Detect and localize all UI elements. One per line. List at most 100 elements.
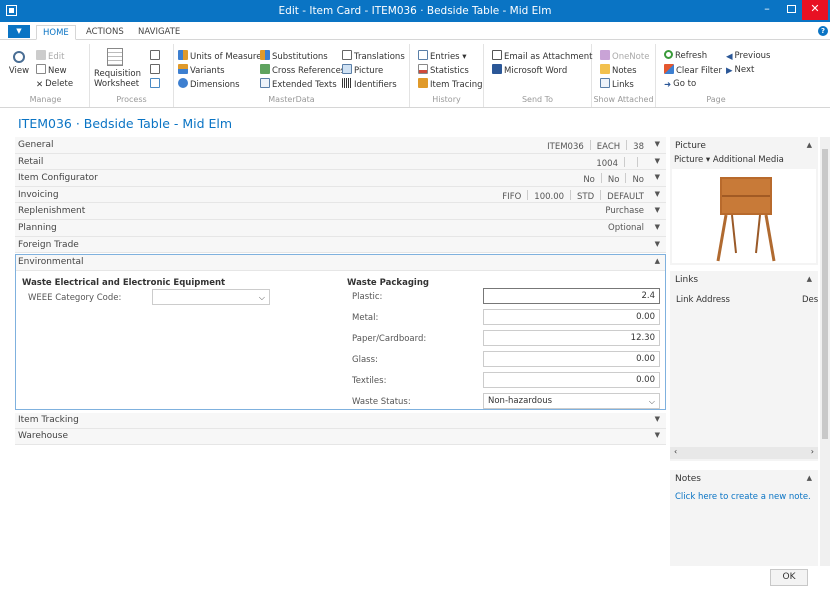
chevron-up-icon: ▲ — [654, 257, 660, 265]
view-icon — [13, 51, 25, 63]
clear-filter-icon — [664, 64, 674, 74]
notes-factbox: Notes ▲ Click here to create a new note. — [670, 470, 818, 566]
chevron-down-icon: ▼ — [654, 239, 660, 248]
item-tracing-button[interactable]: Item Tracing — [418, 78, 483, 91]
weee-category-select[interactable]: ⌵ — [152, 289, 270, 305]
microsoft-word-button[interactable]: Microsoft Word — [492, 64, 567, 77]
fasttab-environmental-header[interactable]: Environmental ▲ — [16, 255, 665, 271]
fasttab-planning[interactable]: Planning Optional ▼ — [15, 219, 666, 237]
process-action-3[interactable] — [150, 78, 162, 91]
group-label-process: Process — [116, 95, 147, 104]
process-action-1[interactable] — [150, 50, 162, 63]
view-button[interactable]: View — [6, 48, 32, 76]
fasttab-item-tracking[interactable]: Item Tracking ▼ — [15, 413, 666, 429]
create-note-link[interactable]: Click here to create a new note. — [675, 492, 811, 502]
help-icon[interactable]: ? — [818, 26, 828, 36]
additional-media-action[interactable]: Additional Media — [713, 155, 784, 165]
notes-icon — [600, 64, 610, 74]
textiles-input[interactable]: 0.00 — [483, 372, 660, 388]
onenote-button[interactable]: OneNote — [600, 50, 649, 63]
email-attachment-button[interactable]: Email as Attachment — [492, 50, 592, 63]
footer — [0, 566, 830, 589]
new-page-icon — [36, 64, 46, 74]
file-menu-button[interactable]: ▼ — [8, 25, 30, 38]
group-label-send-to: Send To — [521, 95, 554, 104]
fasttab-warehouse[interactable]: Warehouse ▼ — [15, 429, 666, 445]
description-column: Des — [802, 295, 819, 305]
scrollbar-thumb[interactable] — [822, 149, 828, 439]
go-to-button[interactable]: ➜ Go to — [664, 78, 696, 90]
minimize-button[interactable]: – — [756, 0, 778, 20]
chevron-down-icon: ▼ — [654, 431, 660, 439]
previous-arrow-icon: ◀ — [726, 52, 733, 62]
extended-texts-icon — [260, 78, 270, 88]
group-label-show-attached: Show Attached — [593, 95, 654, 104]
maximize-button[interactable] — [780, 0, 802, 20]
previous-button[interactable]: ◀ Previous — [726, 50, 770, 62]
clear-filter-button[interactable]: Clear Filter — [664, 64, 722, 77]
variants-button[interactable]: Variants — [178, 64, 225, 77]
ok-button[interactable]: OK — [770, 569, 808, 586]
extended-texts-button[interactable]: Extended Texts — [260, 78, 337, 91]
fasttab-general[interactable]: General ITEM036 EACH 38 ▼ — [15, 137, 666, 154]
links-button[interactable]: Links — [600, 78, 634, 91]
variants-icon — [178, 64, 188, 74]
group-process: Requisition Worksheet Process — [90, 44, 174, 107]
scroll-left-icon[interactable]: ‹ — [674, 447, 677, 456]
tab-navigate[interactable]: NAVIGATE — [132, 25, 186, 40]
delete-button[interactable]: ✕ Delete — [36, 78, 73, 90]
edit-button[interactable]: Edit — [36, 50, 64, 63]
process-action-2[interactable] — [150, 64, 162, 77]
chevron-up-icon[interactable]: ▲ — [807, 474, 812, 482]
paper-cardboard-input[interactable]: 12.30 — [483, 330, 660, 346]
cross-references-icon — [260, 64, 270, 74]
next-button[interactable]: ▶ Next — [726, 64, 754, 76]
picture-icon — [342, 64, 352, 74]
fasttab-foreign-trade[interactable]: Foreign Trade ▼ — [15, 236, 666, 254]
refresh-button[interactable]: Refresh — [664, 50, 707, 62]
fasttab-invoicing[interactable]: Invoicing FIFO 100.00 STD DEFAULT ▼ — [15, 186, 666, 204]
group-masterdata: Units of Measure Variants Dimensions Sub… — [174, 44, 410, 107]
cross-references-button[interactable]: Cross References — [260, 64, 345, 77]
metal-input[interactable]: 0.00 — [483, 309, 660, 325]
fasttab-replenishment[interactable]: Replenishment Purchase ▼ — [15, 203, 666, 220]
tab-actions[interactable]: ACTIONS — [80, 25, 130, 40]
new-button[interactable]: New — [36, 64, 67, 77]
barcode-icon — [342, 78, 352, 88]
document-icon — [150, 64, 160, 74]
statistics-button[interactable]: Statistics — [418, 64, 469, 77]
group-history: Entries ▾ Statistics Item Tracing Histor… — [410, 44, 484, 107]
dimensions-icon — [178, 78, 188, 88]
fasttab-item-configurator[interactable]: Item Configurator No No No ▼ — [15, 170, 666, 187]
arrow-right-icon: ➜ — [664, 80, 672, 90]
vertical-scrollbar[interactable] — [820, 137, 830, 566]
chevron-down-icon: ⌵ — [258, 293, 265, 302]
plastic-input[interactable]: 2.4 — [483, 288, 660, 304]
substitutions-icon — [260, 50, 270, 60]
scroll-right-icon[interactable]: › — [811, 447, 814, 456]
chevron-up-icon[interactable]: ▲ — [807, 141, 812, 149]
entries-button[interactable]: Entries ▾ — [418, 50, 467, 63]
glass-input[interactable]: 0.00 — [483, 351, 660, 367]
waste-status-select[interactable]: Non-hazardous ⌵ — [483, 393, 660, 409]
picture-button[interactable]: Picture — [342, 64, 383, 77]
notes-button[interactable]: Notes — [600, 64, 637, 77]
units-of-measure-button[interactable]: Units of Measure — [178, 50, 261, 63]
dimensions-button[interactable]: Dimensions — [178, 78, 240, 91]
chevron-up-icon[interactable]: ▲ — [807, 275, 812, 283]
plastic-label: Plastic: — [352, 292, 383, 302]
fasttab-retail[interactable]: Retail 1004 ▼ — [15, 153, 666, 171]
substitutions-button[interactable]: Substitutions — [260, 50, 328, 63]
statistics-icon — [418, 64, 428, 74]
identifiers-button[interactable]: Identifiers — [342, 78, 397, 91]
requisition-worksheet-button[interactable]: Requisition Worksheet — [94, 48, 141, 89]
translations-button[interactable]: Translations — [342, 50, 405, 63]
title-bar: Edit - Item Card - ITEM036 · Bedside Tab… — [0, 0, 830, 22]
links-horizontal-scrollbar[interactable]: ‹ › — [670, 447, 818, 459]
link-address-column: Link Address — [676, 295, 730, 305]
refresh-icon — [664, 50, 673, 59]
worksheet-icon — [107, 48, 123, 66]
tab-home[interactable]: HOME — [36, 25, 76, 40]
picture-action[interactable]: Picture — [674, 155, 703, 165]
close-button[interactable]: ✕ — [802, 0, 828, 20]
